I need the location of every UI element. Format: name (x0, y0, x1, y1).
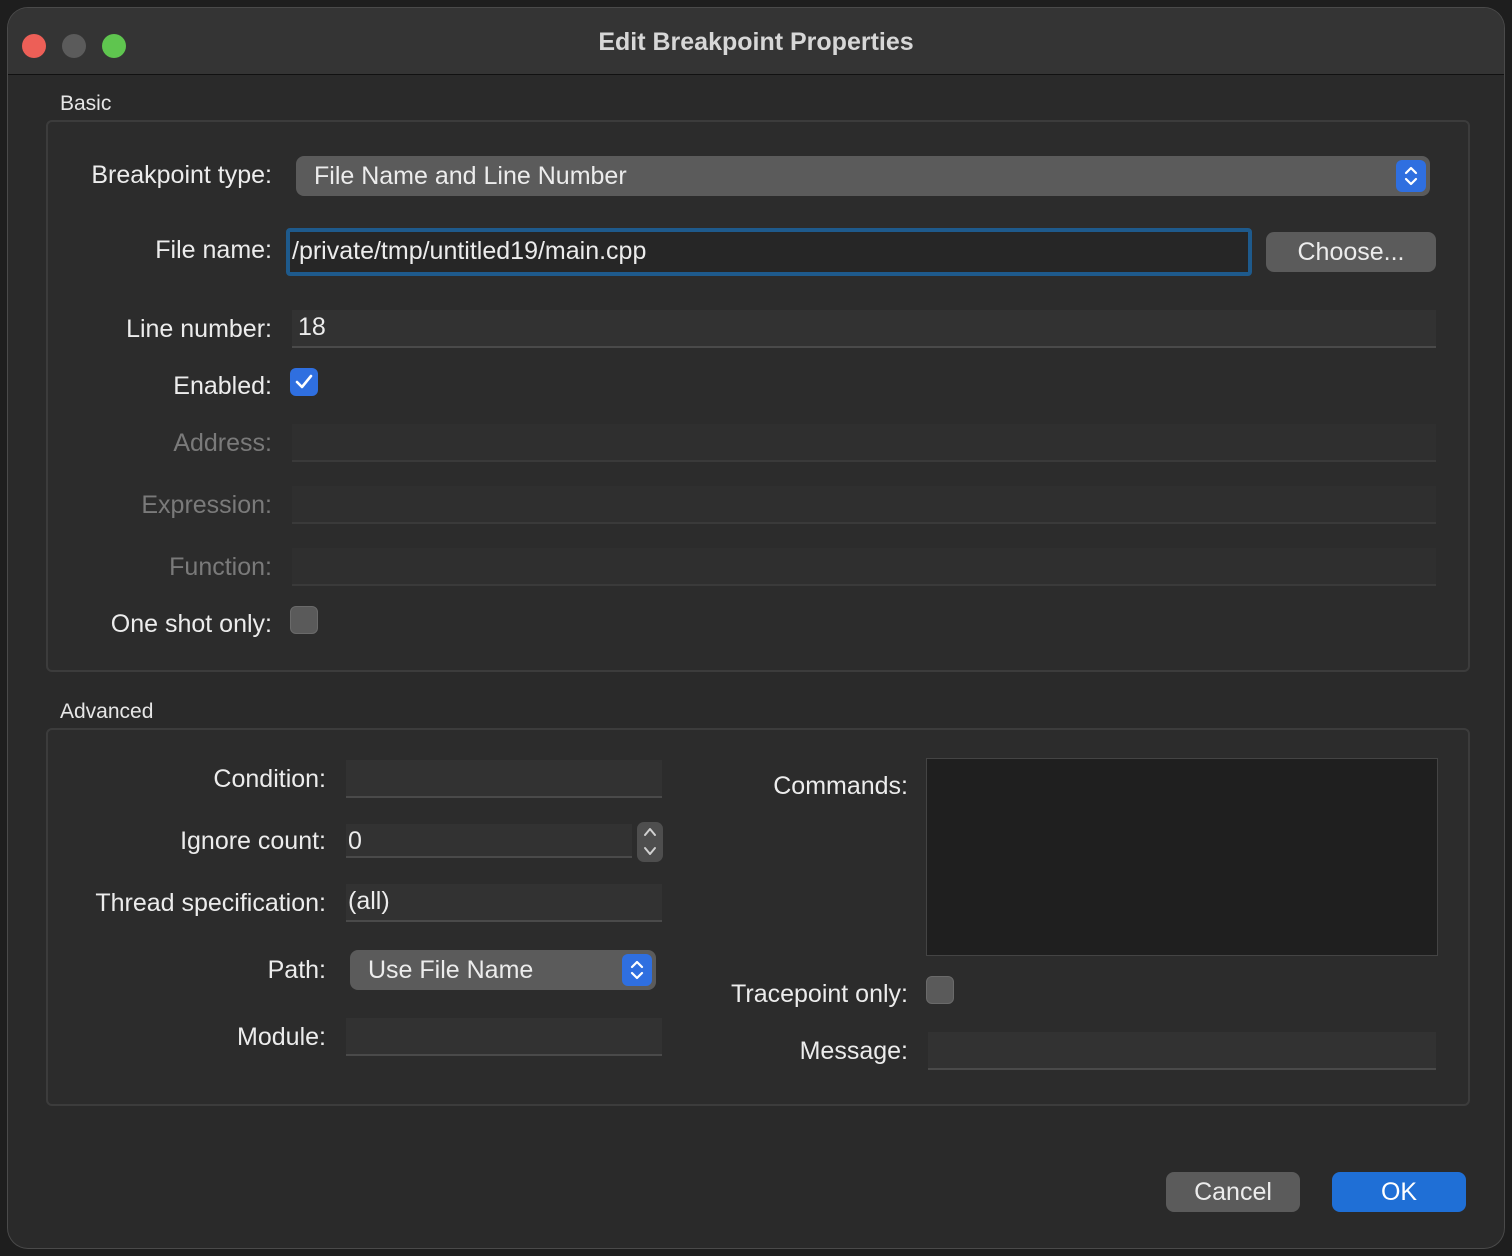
edit-breakpoint-dialog: Edit Breakpoint Properties Basic Breakpo… (8, 8, 1504, 1248)
path-label: Path: (267, 956, 326, 984)
thread-spec-label: Thread specification: (95, 889, 326, 917)
path-value: Use File Name (368, 956, 534, 984)
condition-label: Condition: (213, 765, 326, 793)
chevron-up-down-icon (1396, 160, 1426, 192)
chevron-down-icon (644, 847, 656, 855)
breakpoint-type-select[interactable]: File Name and Line Number (296, 156, 1430, 196)
address-label: Address: (173, 429, 272, 457)
breakpoint-type-label: Breakpoint type: (91, 161, 272, 189)
one-shot-checkbox[interactable] (290, 606, 318, 634)
line-number-input[interactable]: 18 (292, 310, 1436, 348)
chevron-up-down-icon (622, 954, 652, 986)
address-input (292, 424, 1436, 462)
enabled-label: Enabled: (173, 372, 272, 400)
ignore-count-input[interactable]: 0 (346, 824, 632, 858)
thread-spec-input[interactable]: (all) (346, 884, 662, 922)
chevron-up-icon (644, 828, 656, 836)
expression-input (292, 486, 1436, 524)
message-input[interactable] (928, 1032, 1436, 1070)
checkmark-icon (295, 374, 313, 389)
ok-button[interactable]: OK (1332, 1172, 1466, 1212)
commands-textarea[interactable] (926, 758, 1438, 956)
cancel-button[interactable]: Cancel (1166, 1172, 1300, 1212)
choose-button[interactable]: Choose... (1266, 232, 1436, 272)
condition-input[interactable] (346, 760, 662, 798)
title-bar: Edit Breakpoint Properties (8, 8, 1504, 75)
tracepoint-checkbox[interactable] (926, 976, 954, 1004)
file-name-label: File name: (155, 236, 272, 264)
tracepoint-label: Tracepoint only: (731, 980, 908, 1008)
function-label: Function: (169, 553, 272, 581)
path-select[interactable]: Use File Name (350, 950, 656, 990)
basic-group-title: Basic (60, 92, 112, 115)
file-name-input[interactable]: /private/tmp/untitled19/main.cpp (286, 228, 1252, 276)
enabled-checkbox[interactable] (290, 368, 318, 396)
commands-label: Commands: (773, 772, 908, 800)
module-label: Module: (237, 1023, 326, 1051)
ignore-count-label: Ignore count: (180, 827, 326, 855)
function-input (292, 548, 1436, 586)
window-title: Edit Breakpoint Properties (598, 28, 914, 56)
expression-label: Expression: (141, 491, 272, 519)
one-shot-label: One shot only: (110, 610, 272, 638)
module-input[interactable] (346, 1018, 662, 1056)
breakpoint-type-value: File Name and Line Number (314, 162, 627, 190)
message-label: Message: (799, 1037, 908, 1065)
line-number-label: Line number: (126, 315, 272, 343)
advanced-group-title: Advanced (60, 700, 154, 723)
ignore-count-stepper[interactable] (637, 822, 663, 862)
